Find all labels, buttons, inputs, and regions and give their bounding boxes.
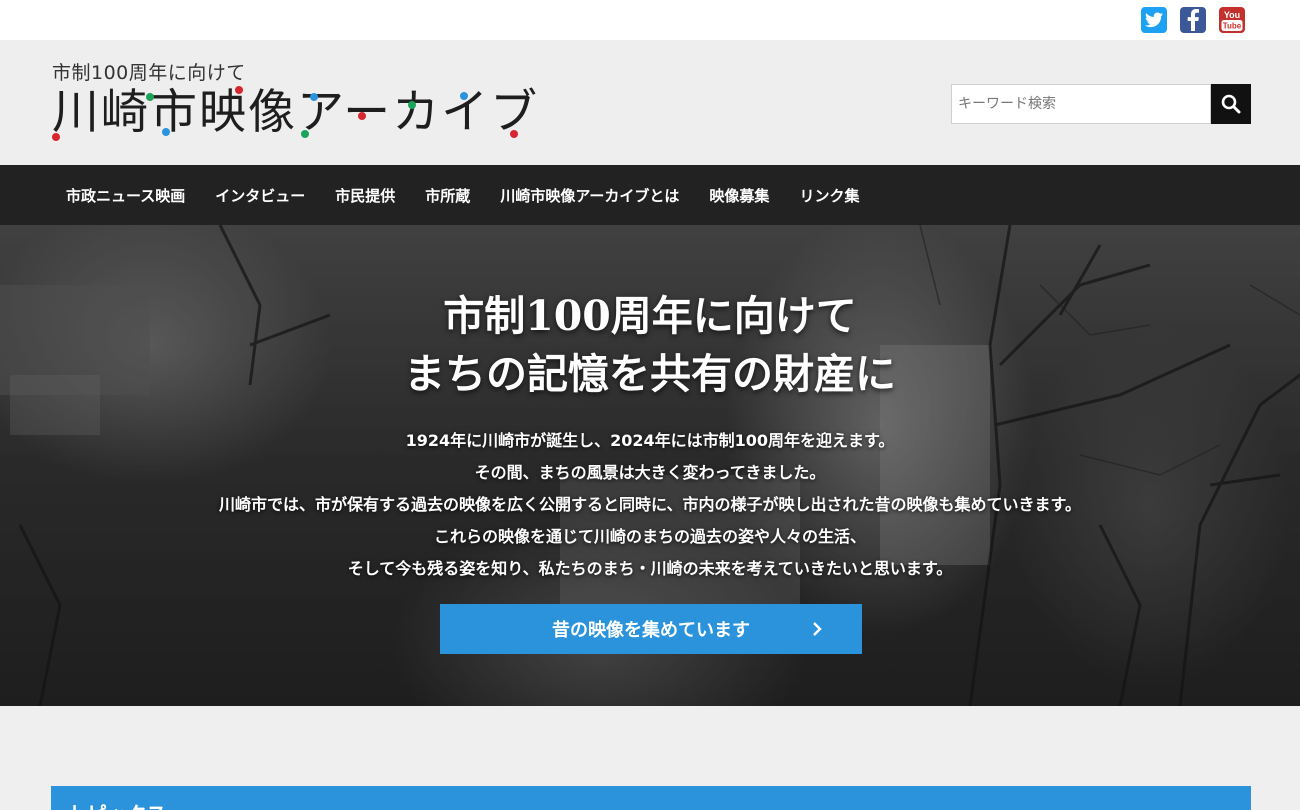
topics-title: トピックス — [67, 798, 166, 810]
twitter-icon[interactable] — [1141, 7, 1167, 33]
nav-item-city-owned[interactable]: 市所蔵 — [410, 165, 485, 225]
search-input[interactable] — [951, 84, 1211, 124]
hero-lead-line: 1924年に川崎市が誕生し、2024年には市制100周年を迎えます。 — [405, 431, 895, 450]
facebook-icon[interactable] — [1180, 7, 1206, 33]
search-form — [951, 84, 1251, 124]
hero-heading: 市制100周年に向けて まちの記憶を共有の財産に — [0, 287, 1300, 403]
hero-lead-line: これらの映像を通じて川崎のまちの過去の姿や人々の生活、 — [433, 527, 866, 546]
logo-subtitle: 市制100周年に向けて — [52, 62, 246, 84]
hero-heading-line-2: まちの記憶を共有の財産に — [404, 350, 896, 398]
nav-item-video-recruitment[interactable]: 映像募集 — [694, 165, 784, 225]
nav-item-citizen-provided[interactable]: 市民提供 — [320, 165, 410, 225]
logo-dots — [52, 86, 518, 141]
youtube-icon[interactable]: You Tube — [1219, 7, 1245, 33]
youtube-text-2: Tube — [1223, 22, 1242, 31]
hero-lead-line: 川崎市では、市が保有する過去の映像を広く公開すると同時に、市内の様子が映し出され… — [219, 495, 1081, 514]
hero-section: 市制100周年に向けて まちの記憶を共有の財産に 1924年に川崎市が誕生し、2… — [0, 225, 1300, 706]
site-logo[interactable]: 川崎市映像アーカイブ — [52, 82, 552, 144]
top-bar: You Tube — [0, 0, 1300, 40]
search-button[interactable] — [1211, 84, 1251, 124]
chevron-right-icon — [813, 622, 822, 636]
topics-section-header: トピックス — [51, 786, 1251, 810]
collecting-videos-button[interactable]: 昔の映像を集めています — [440, 604, 862, 654]
hero-lead-line: そして今も残る姿を知り、私たちのまち・川崎の未来を考えていきたいと思います。 — [347, 559, 953, 578]
hero-lead-line: その間、まちの風景は大きく変わってきました。 — [474, 463, 826, 482]
nav-item-news-films[interactable]: 市政ニュース映画 — [51, 165, 200, 225]
main-nav: 市政ニュース映画 インタビュー 市民提供 市所蔵 川崎市映像アーカイブとは 映像… — [0, 165, 1300, 225]
nav-item-interviews[interactable]: インタビュー — [200, 165, 320, 225]
cta-label: 昔の映像を集めています — [552, 620, 750, 641]
nav-item-about[interactable]: 川崎市映像アーカイブとは — [485, 165, 694, 225]
site-header: 市制100周年に向けて 川崎市映像アーカイブ — [0, 40, 1300, 165]
hero-lead: 1924年に川崎市が誕生し、2024年には市制100周年を迎えます。 その間、ま… — [0, 425, 1300, 585]
hero-heading-line-1: 市制100周年に向けて — [443, 292, 857, 340]
search-icon — [1221, 94, 1241, 114]
youtube-text-1: You — [1224, 10, 1240, 20]
nav-item-links[interactable]: リンク集 — [784, 165, 874, 225]
